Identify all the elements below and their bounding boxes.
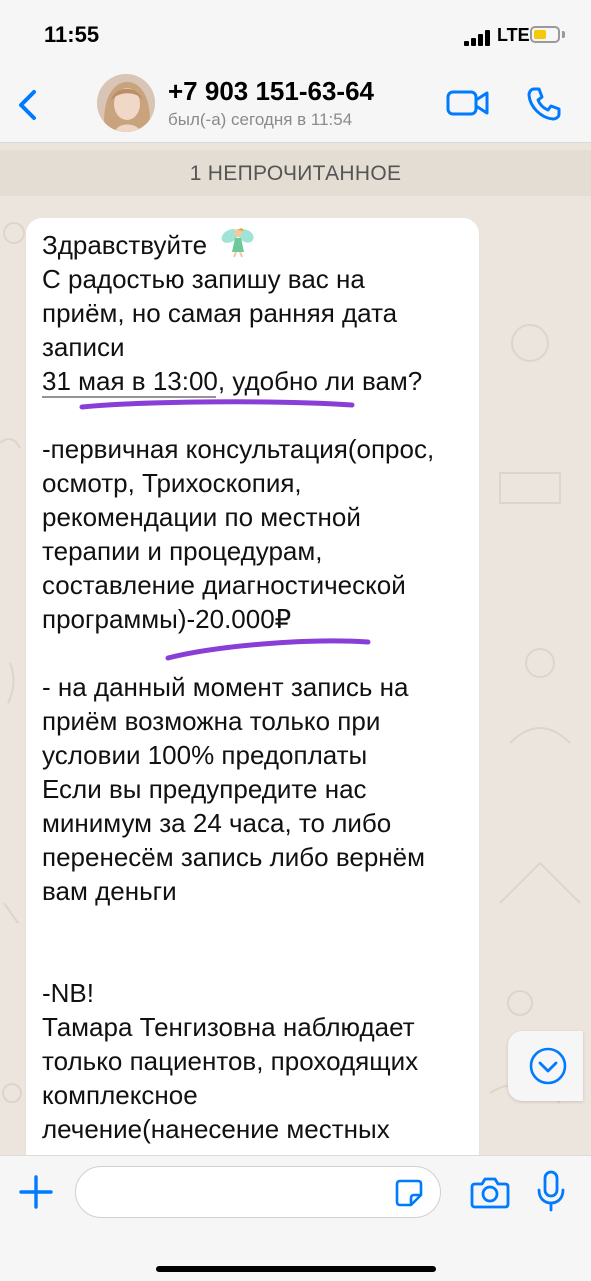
camera-button[interactable] (470, 1174, 510, 1210)
plus-icon (19, 1175, 53, 1209)
message-line: приём возможна только при (42, 706, 381, 736)
unread-messages-banner: 1 НЕПРОЧИТАННОЕ (0, 150, 591, 196)
battery-level (534, 30, 546, 39)
message-line: Тамара Тенгизовна наблюдает (42, 1012, 415, 1042)
sticker-icon (395, 1179, 423, 1207)
message-line: минимум за 24 часа, то либо (42, 808, 392, 838)
chevron-left-icon (19, 90, 36, 120)
home-indicator (156, 1266, 436, 1272)
chevron-down-circle-icon (529, 1047, 567, 1085)
cellular-signal-icon (464, 30, 492, 46)
message-input[interactable] (75, 1166, 441, 1218)
message-line: условии 100% предоплаты (42, 740, 368, 770)
battery-icon (530, 26, 560, 43)
attach-button[interactable] (18, 1174, 54, 1210)
message-line: -NB! (42, 978, 94, 1008)
message-input-bar (0, 1155, 591, 1281)
last-seen-status: был(-а) сегодня в 11:54 (168, 110, 353, 129)
contact-name[interactable]: +7 903 151-63-64 (168, 76, 374, 107)
status-bar: 11:55 LTE (0, 0, 591, 70)
message-line: вам деньги (42, 876, 177, 906)
battery-cap (562, 31, 565, 38)
contact-avatar[interactable] (97, 74, 155, 132)
message-bubble[interactable]: Здравствуйте С радостью запишу вас на пр… (26, 218, 479, 1178)
scroll-to-bottom-button[interactable] (508, 1031, 583, 1101)
voice-call-button[interactable] (524, 84, 564, 124)
network-type: LTE (497, 25, 530, 45)
message-line: перенесём запись либо вернём (42, 842, 425, 872)
sticker-button[interactable] (394, 1178, 424, 1208)
unread-banner-text: 1 НЕПРОЧИТАННОЕ (189, 162, 402, 185)
camera-icon (470, 1177, 510, 1209)
video-call-button[interactable] (446, 86, 490, 120)
phone-icon (527, 87, 561, 121)
message-line: только пациентов, проходящих (42, 1046, 419, 1076)
status-time: 11:55 (44, 22, 100, 47)
message-line: лечение(нанесение местных (42, 1114, 390, 1144)
chat-header: +7 903 151-63-64 был(-а) сегодня в 11:54 (0, 70, 591, 143)
back-button[interactable] (10, 82, 50, 128)
video-camera-icon (446, 90, 489, 116)
purple-underline-date (79, 399, 355, 410)
message-line: комплексное (42, 1080, 198, 1110)
message-line: Если вы предупредите нас (42, 774, 367, 804)
handwritten-annotations (42, 396, 371, 661)
microphone-icon (537, 1170, 565, 1212)
microphone-button[interactable] (536, 1170, 566, 1212)
purple-underline-price (165, 638, 371, 661)
avatar-image (97, 74, 155, 132)
